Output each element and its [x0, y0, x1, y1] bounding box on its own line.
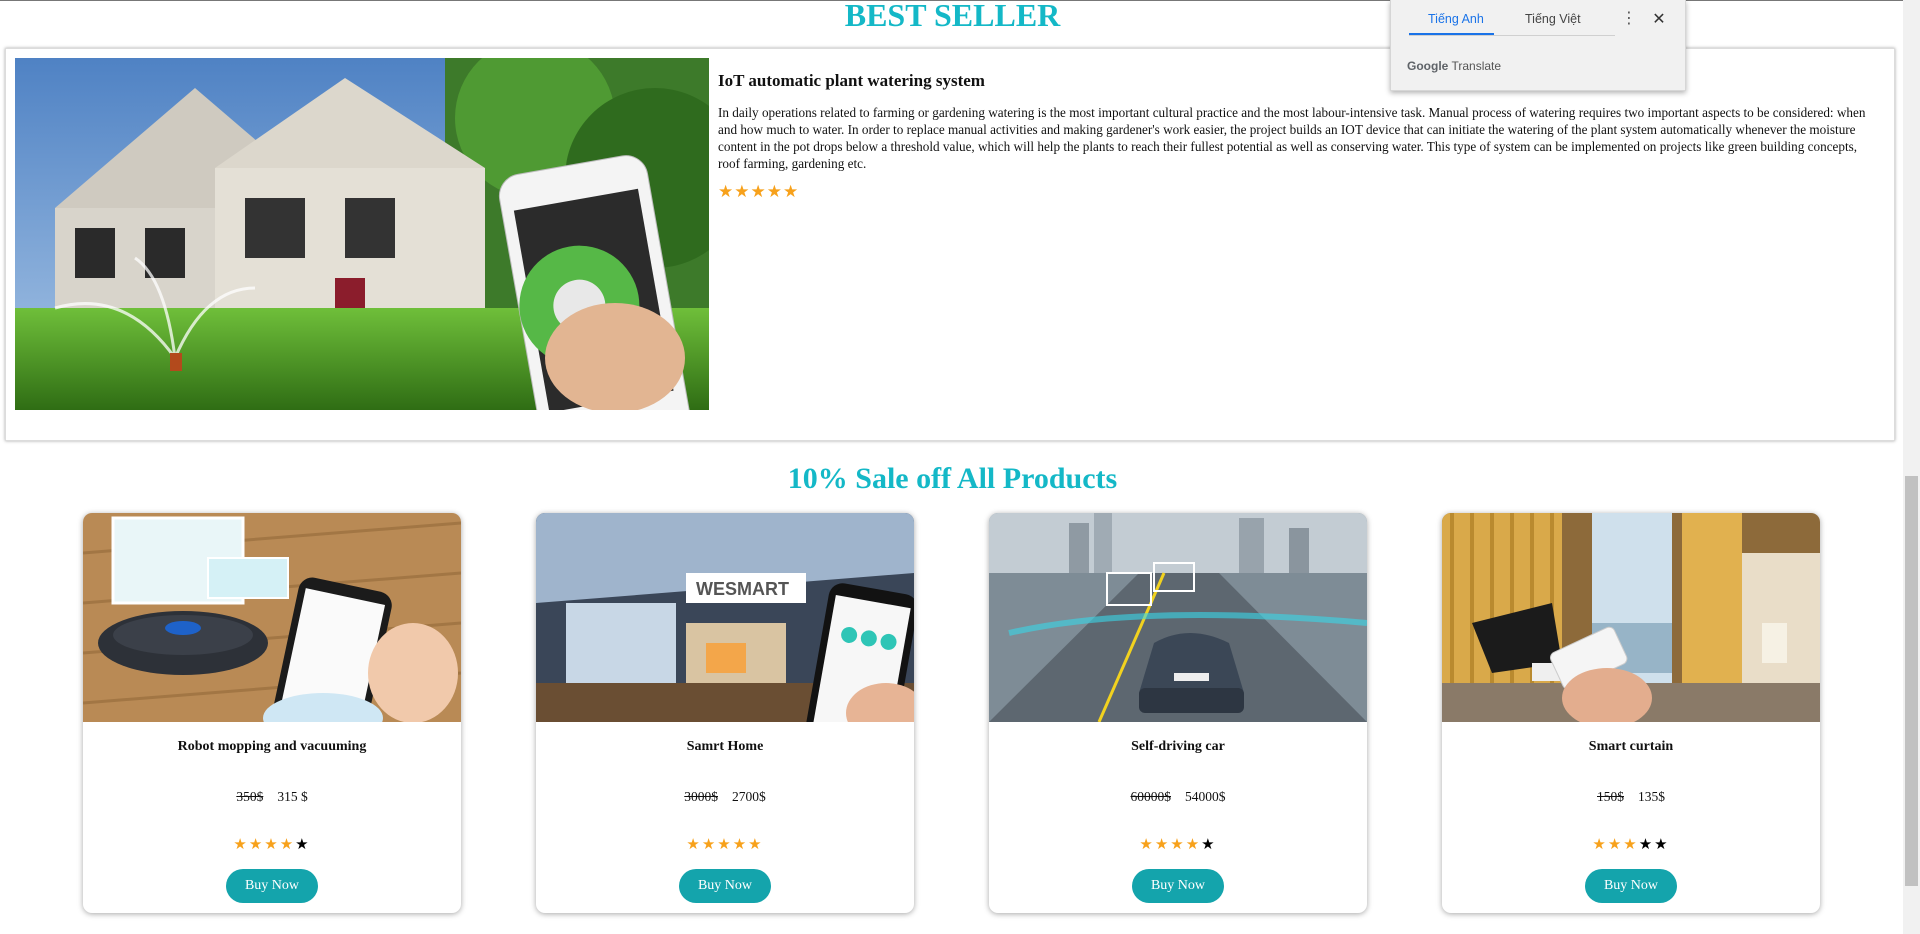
sale-heading: 10% Sale off All Products [787, 462, 1118, 495]
star-empty-icon: ★ [295, 837, 311, 853]
best-seller-rating: ★★★★★ [718, 182, 1878, 202]
product-rating: ★★★★★ [1442, 835, 1820, 854]
product-card-robot: Robot mopping and vacuuming 350$ 315 $ ★★… [83, 513, 461, 913]
star-filled-icon: ★ [1623, 837, 1639, 853]
new-price: 315 $ [277, 789, 308, 804]
self-driving-car-image [989, 513, 1367, 722]
star-filled-icon: ★ [718, 182, 735, 201]
star-filled-icon: ★ [264, 837, 280, 853]
star-filled-icon: ★ [766, 182, 783, 201]
star-filled-icon: ★ [1170, 837, 1186, 853]
star-filled-icon: ★ [1154, 837, 1171, 853]
star-filled-icon: ★ [750, 182, 767, 201]
close-icon[interactable]: ✕ [1650, 9, 1668, 29]
product-price: 60000$ 54000$ [989, 789, 1367, 805]
old-price: 150$ [1597, 789, 1624, 804]
google-translate-brand: Google Translate [1407, 59, 1501, 73]
product-name: Self-driving car [1131, 739, 1225, 754]
product-price: 3000$ 2700$ [536, 789, 914, 805]
best-seller-info: IoT automatic plant watering system In d… [718, 71, 1878, 202]
plant-watering-image [15, 58, 709, 410]
star-filled-icon: ★ [686, 837, 702, 853]
scrollbar-thumb[interactable] [1905, 476, 1918, 886]
product-name: Samrt Home [686, 739, 764, 754]
buy-now-button[interactable]: Buy Now [226, 869, 318, 903]
buy-now-button[interactable]: Buy Now [679, 869, 771, 903]
star-empty-icon: ★ [1654, 837, 1670, 853]
product-rating: ★★★★★ [83, 835, 461, 854]
tab-tieng-viet[interactable]: Tiếng Việt [1525, 12, 1581, 26]
star-empty-icon: ★ [1201, 837, 1217, 853]
star-filled-icon: ★ [734, 182, 751, 201]
best-seller-name: IoT automatic plant watering system [718, 71, 985, 90]
buy-now-button[interactable]: Buy Now [1585, 869, 1677, 903]
best-seller-description: In daily operations related to farming o… [718, 105, 1866, 171]
new-price: 54000$ [1185, 789, 1226, 804]
product-card-smart-curtain: Smart curtain 150$ 135$ ★★★★★ Buy Now [1442, 513, 1820, 913]
old-price: 350$ [236, 789, 264, 804]
google-logo: Google [1407, 59, 1449, 73]
new-price: 135$ [1638, 789, 1665, 804]
star-filled-icon: ★ [732, 837, 749, 853]
product-name: Robot mopping and vacuuming [177, 739, 367, 754]
star-filled-icon: ★ [701, 837, 718, 853]
old-price: 3000$ [684, 789, 718, 804]
product-price: 350$ 315 $ [83, 789, 461, 805]
old-price: 60000$ [1130, 789, 1172, 804]
product-card-smart-home: WESMART Samrt Home 3000$ 2700$ ★★★★★ Buy … [536, 513, 914, 913]
star-filled-icon: ★ [783, 182, 800, 201]
smart-curtain-image [1442, 513, 1820, 722]
star-filled-icon: ★ [717, 837, 733, 853]
active-tab-indicator [1409, 33, 1494, 35]
more-vert-icon[interactable]: ⋮ [1621, 8, 1637, 32]
svg-text:WESMART: WESMART [696, 579, 789, 599]
star-filled-icon: ★ [233, 837, 249, 853]
product-name: Smart curtain [1588, 739, 1674, 754]
best-seller-panel: IoT automatic plant watering system In d… [5, 48, 1895, 441]
star-filled-icon: ★ [1185, 837, 1202, 853]
star-filled-icon: ★ [1607, 837, 1624, 853]
tab-tieng-anh[interactable]: Tiếng Anh [1428, 12, 1484, 26]
star-filled-icon: ★ [1139, 837, 1155, 853]
product-price: 150$ 135$ [1442, 789, 1820, 805]
star-filled-icon: ★ [1592, 837, 1608, 853]
translate-label: Translate [1451, 59, 1502, 73]
star-empty-icon: ★ [1638, 837, 1655, 853]
product-rating: ★★★★★ [989, 835, 1367, 854]
new-price: 2700$ [732, 789, 766, 804]
product-card-self-driving-car: Self-driving car 60000$ 54000$ ★★★★★ Buy … [989, 513, 1367, 913]
product-rating: ★★★★★ [536, 835, 914, 854]
star-filled-icon: ★ [748, 837, 764, 853]
tab-divider [1409, 35, 1615, 36]
star-filled-icon: ★ [248, 837, 265, 853]
google-translate-popup: Tiếng Anh Tiếng Việt ⋮ ✕ Google Translat… [1390, 0, 1686, 91]
buy-now-button[interactable]: Buy Now [1132, 869, 1224, 903]
star-filled-icon: ★ [279, 837, 296, 853]
vertical-scrollbar[interactable] [1903, 0, 1920, 934]
robot-vacuum-image [83, 513, 461, 722]
smart-home-image: WESMART [536, 513, 914, 722]
